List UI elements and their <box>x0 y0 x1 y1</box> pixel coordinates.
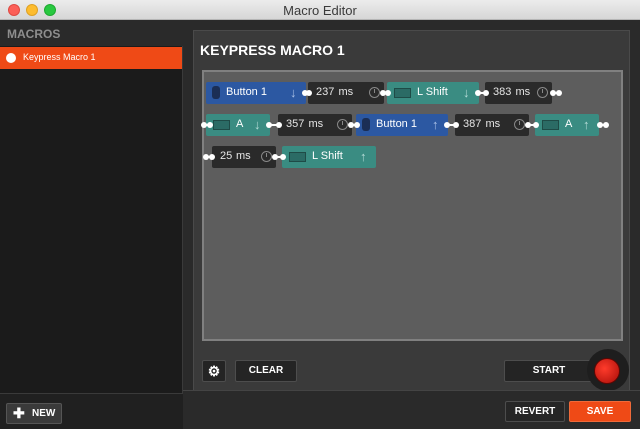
save-button[interactable]: SAVE <box>569 401 631 422</box>
macro-step-delay[interactable]: 387 ms <box>455 114 529 136</box>
macro-step-label: Button 1 <box>376 118 417 130</box>
clock-icon <box>537 87 548 98</box>
clock-icon <box>261 151 272 162</box>
macro-step-delay-unit: ms <box>308 118 324 130</box>
arrow-up-icon: ↑ <box>583 117 590 132</box>
settings-button[interactable]: ⚙ <box>202 360 226 382</box>
step-connector <box>272 154 286 160</box>
macro-step-delay[interactable]: 383 ms <box>485 82 552 104</box>
macro-list-item-label: Keypress Macro 1 <box>23 52 96 62</box>
macro-step-delay-value: 387 <box>463 118 482 130</box>
arrow-down-icon: ↓ <box>254 117 261 132</box>
step-connector <box>203 154 215 160</box>
mouse-icon <box>212 86 220 99</box>
selected-dot-icon <box>6 53 16 63</box>
clock-icon <box>337 119 348 130</box>
step-connector <box>266 122 282 128</box>
step-connector <box>201 122 213 128</box>
macro-step-label: Button 1 <box>226 86 267 98</box>
macro-step-delay-unit: ms <box>338 86 354 98</box>
step-connector <box>444 122 459 128</box>
macro-step-delay[interactable]: 25 ms <box>212 146 276 168</box>
macro-step-delay-value: 237 <box>316 86 335 98</box>
step-connector <box>348 122 360 128</box>
new-macro-button[interactable]: ✚ NEW <box>6 403 62 424</box>
macros-sidebar: MACROS Keypress Macro 1 ✚ NEW <box>0 20 183 429</box>
window-title: Macro Editor <box>283 3 357 18</box>
macro-panel: KEYPRESS MACRO 1 Button 1 ↓ 237 ms L Shift ↓ 3… <box>193 30 630 403</box>
macro-step-delay-value: 383 <box>493 86 512 98</box>
step-connector <box>302 90 312 96</box>
arrow-up-icon: ↑ <box>432 117 439 132</box>
macro-step-delay-value: 357 <box>286 118 305 130</box>
macro-step-key[interactable]: A ↓ <box>206 114 270 136</box>
macro-title: KEYPRESS MACRO 1 <box>200 42 345 58</box>
title-bar: Macro Editor <box>0 0 640 20</box>
macro-step-label: A <box>236 118 244 130</box>
start-button[interactable]: START <box>504 360 594 382</box>
macro-step-key[interactable]: A ↑ <box>535 114 599 136</box>
macro-step-delay-value: 25 <box>220 150 233 162</box>
mouse-icon <box>362 118 370 131</box>
macro-editor-window: Macro Editor MACROS Keypress Macro 1 ✚ N… <box>0 0 640 429</box>
step-connector <box>380 90 391 96</box>
macro-steps-canvas[interactable]: Button 1 ↓ 237 ms L Shift ↓ 383 ms A ↓ 357 ms Button… <box>201 70 623 341</box>
keyboard-icon <box>394 88 411 98</box>
macro-step-label: A <box>565 118 573 130</box>
macro-list-item[interactable]: Keypress Macro 1 <box>0 47 182 69</box>
macro-step-label: L Shift <box>417 86 448 98</box>
macro-step-delay-unit: ms <box>236 150 251 162</box>
clock-icon <box>369 87 380 98</box>
revert-button[interactable]: REVERT <box>505 401 565 422</box>
clear-button[interactable]: CLEAR <box>235 360 297 382</box>
keyboard-icon <box>542 120 559 130</box>
macro-step-mouse[interactable]: Button 1 ↓ <box>206 82 306 104</box>
step-connector <box>525 122 539 128</box>
clock-icon <box>514 119 525 130</box>
record-button[interactable] <box>594 358 620 384</box>
main-footer: REVERT SAVE <box>183 390 640 429</box>
step-connector <box>475 90 489 96</box>
keyboard-icon <box>289 152 306 162</box>
step-connector <box>550 90 562 96</box>
main-area: KEYPRESS MACRO 1 Button 1 ↓ 237 ms L Shift ↓ 3… <box>183 20 640 429</box>
record-button-housing <box>587 349 629 391</box>
macro-step-delay[interactable]: 237 ms <box>308 82 384 104</box>
plus-icon: ✚ <box>13 405 25 421</box>
arrow-down-icon: ↓ <box>290 85 297 100</box>
sidebar-footer: ✚ NEW <box>0 393 183 429</box>
macro-step-key[interactable]: L Shift ↑ <box>282 146 376 168</box>
sidebar-title: MACROS <box>7 27 61 41</box>
gear-icon: ⚙ <box>207 363 221 379</box>
arrow-up-icon: ↑ <box>360 149 367 164</box>
macro-step-delay[interactable]: 357 ms <box>278 114 352 136</box>
macro-step-label: L Shift <box>312 150 343 162</box>
macro-step-key[interactable]: L Shift ↓ <box>387 82 479 104</box>
macro-step-delay-unit: ms <box>515 86 531 98</box>
macro-step-mouse[interactable]: Button 1 ↑ <box>356 114 448 136</box>
keyboard-icon <box>213 120 230 130</box>
macro-step-delay-unit: ms <box>485 118 501 130</box>
step-connector <box>597 122 609 128</box>
sidebar-header: MACROS <box>0 20 183 46</box>
arrow-down-icon: ↓ <box>463 85 470 100</box>
new-macro-button-label: NEW <box>32 408 56 419</box>
